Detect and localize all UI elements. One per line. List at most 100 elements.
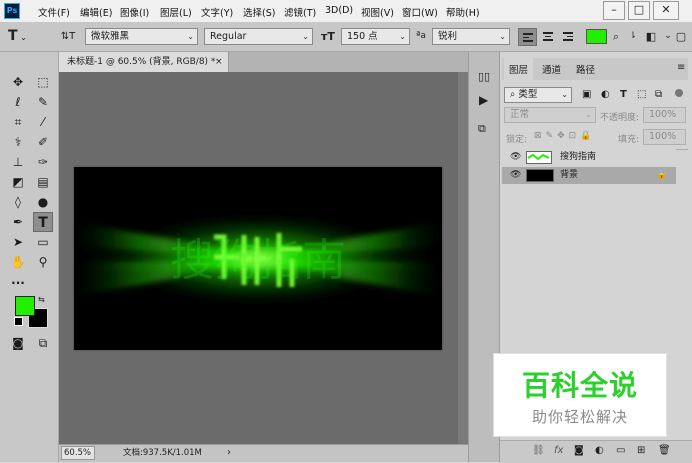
menu-edit[interactable]: 编辑(E) (80, 5, 112, 19)
align-left-button[interactable] (518, 28, 537, 46)
font-size-select[interactable]: 150 点 ⌄ (341, 28, 410, 45)
close-window-button[interactable]: ✕ (653, 1, 679, 20)
status-menu-arrow-icon[interactable]: › (227, 445, 231, 461)
workspace-switch-icon[interactable]: ▢ (674, 28, 688, 45)
warp-text-icon[interactable]: ⌕ (609, 28, 623, 45)
antialias-select[interactable]: 锐利 ⌄ (432, 28, 510, 45)
layer-row-text[interactable]: 👁 搜狗指南 (502, 149, 676, 166)
blur-tool-icon[interactable]: ◊ (8, 192, 28, 212)
brush-tool-icon[interactable]: ✐ (33, 132, 53, 152)
document-tab[interactable]: 未标题-1 @ 60.5% (背景, RGB/8) * × (59, 52, 229, 72)
layer-name[interactable]: 搜狗指南 (560, 149, 596, 166)
edit-toolbar-icon[interactable]: ··· (8, 273, 28, 293)
align-center-button[interactable] (539, 28, 558, 46)
default-colors-icon[interactable] (14, 317, 23, 326)
tool-preset-picker[interactable]: T ⌄ (8, 28, 36, 45)
link-layers-icon[interactable]: ⛓ (532, 445, 545, 456)
menu-window[interactable]: 窗口(W) (402, 5, 438, 19)
eraser-tool-icon[interactable]: ◩ (8, 172, 28, 192)
toggle-text-orientation-icon[interactable]: ⇅T (58, 28, 78, 45)
filter-pixel-icon[interactable]: ▣ (582, 89, 591, 100)
layer-visibility-eye-icon[interactable]: 👁 (510, 149, 521, 166)
menu-3d[interactable]: 3D(D) (325, 5, 353, 16)
layer-filter-select[interactable]: ⌕ 类型 ⌄ (504, 87, 572, 103)
history-panel-icon[interactable]: ▯▯ (478, 70, 490, 83)
menu-select[interactable]: 选择(S) (243, 5, 275, 19)
panel-menu-icon[interactable]: ≡ (677, 62, 685, 73)
fill-field[interactable]: 100% (643, 129, 686, 145)
tab-paths[interactable]: 路径 (576, 62, 595, 76)
watermark-subtitle: 助你轻松解决 (531, 408, 628, 426)
tab-layers[interactable]: 图层 (504, 58, 534, 80)
dodge-tool-icon[interactable]: ● (33, 192, 53, 212)
3d-extrude-icon[interactable]: ◧ (643, 28, 659, 45)
tab-channels[interactable]: 通道 (542, 62, 561, 76)
document-canvas[interactable]: 搜狗指南 (74, 167, 442, 350)
menu-view[interactable]: 视图(V) (361, 5, 394, 19)
watermark-title: 百科全说 (521, 369, 638, 402)
eyedropper-tool-icon[interactable]: ⁄ (33, 112, 53, 132)
type-tool-icon[interactable]: T (33, 212, 53, 232)
marquee-tool-icon[interactable]: ⬚ (33, 72, 53, 92)
menu-help[interactable]: 帮助(H) (446, 5, 480, 19)
delete-layer-icon[interactable]: 🗑 (658, 445, 671, 456)
hand-tool-icon[interactable]: ✋ (8, 252, 28, 272)
lock-icons[interactable]: ⊠✎✥⊡🔒 (534, 131, 595, 141)
gradient-tool-icon[interactable]: ▤ (33, 172, 53, 192)
quick-mask-icon[interactable]: ◙ (8, 333, 28, 353)
history-brush-tool-icon[interactable]: ✑ (33, 152, 53, 172)
healing-brush-tool-icon[interactable]: ⚕ (8, 132, 28, 152)
filter-adjustment-icon[interactable]: ◐ (601, 89, 610, 100)
layer-style-icon[interactable]: fx (554, 445, 563, 456)
minimize-button[interactable]: – (603, 1, 625, 20)
lasso-tool-icon[interactable]: ℓ (8, 92, 28, 112)
rectangle-tool-icon[interactable]: ▭ (33, 232, 53, 252)
character-panel-icon[interactable]: ⇂ (627, 28, 639, 45)
filter-smart-object-icon[interactable]: ⧉ (655, 89, 662, 100)
properties-panel-icon[interactable]: ⧉ (478, 122, 486, 136)
blend-mode-select[interactable]: 正常 ⌄ (504, 107, 596, 123)
layer-row-background[interactable]: 👁 背景 🔒 (502, 167, 676, 184)
font-family-select[interactable]: 微软雅黑 ⌄ (85, 28, 198, 45)
font-size-icon: тT (321, 30, 335, 43)
maximize-button[interactable]: □ (628, 1, 650, 20)
options-more-icon[interactable]: ⌄ (662, 28, 674, 45)
menu-layer[interactable]: 图层(L) (160, 5, 192, 19)
menu-file[interactable]: 文件(F) (38, 5, 70, 19)
crop-tool-icon[interactable]: ⌗ (8, 112, 28, 132)
add-mask-icon[interactable]: ◙ (574, 445, 584, 456)
new-group-icon[interactable]: ▭ (616, 445, 625, 456)
tab-strip (229, 52, 468, 72)
vertical-scrollbar[interactable] (458, 72, 468, 444)
tools-panel: ✥ ⬚ ℓ ✎ ⌗ ⁄ ⚕ ✐ ⊥ ✑ ◩ ▤ ◊ ● ✒ T ➤ ▭ ✋ ⚲ … (0, 52, 59, 462)
foreground-color-swatch[interactable] (15, 296, 35, 316)
layer-visibility-eye-icon[interactable]: 👁 (510, 167, 521, 184)
menu-filter[interactable]: 滤镜(T) (284, 5, 316, 19)
layer-name[interactable]: 背景 (560, 167, 578, 184)
zoom-tool-icon[interactable]: ⚲ (33, 252, 53, 272)
swap-colors-icon[interactable]: ⇆ (38, 295, 45, 304)
layer-lock-icon: 🔒 (656, 170, 668, 180)
fill-label: 填充: (618, 135, 640, 145)
opacity-field[interactable]: 100% (643, 107, 686, 123)
actions-panel-icon[interactable]: ▶ (479, 93, 488, 107)
menu-image[interactable]: 图像(I) (120, 5, 149, 19)
pen-tool-icon[interactable]: ✒ (8, 212, 28, 232)
status-bar: 60.5% 文档:937.5K/1.01M › (59, 444, 468, 462)
align-right-button[interactable] (559, 28, 578, 46)
clone-stamp-tool-icon[interactable]: ⊥ (8, 152, 28, 172)
new-layer-icon[interactable]: ⊞ (637, 445, 645, 456)
close-tab-icon[interactable]: × (215, 52, 223, 72)
filter-toggle[interactable] (675, 89, 683, 97)
filter-type-icon[interactable]: T (620, 89, 627, 100)
zoom-level-field[interactable]: 60.5% (61, 446, 95, 460)
filter-shape-icon[interactable]: ⬚ (637, 89, 646, 100)
move-tool-icon[interactable]: ✥ (8, 72, 28, 92)
adjustment-layer-icon[interactable]: ◐ (595, 445, 604, 456)
menu-type[interactable]: 文字(Y) (201, 5, 233, 19)
text-color-swatch[interactable] (586, 29, 607, 44)
quick-select-tool-icon[interactable]: ✎ (33, 92, 53, 112)
font-style-select[interactable]: Regular ⌄ (204, 28, 313, 45)
screen-mode-icon[interactable]: ⧉ (33, 333, 53, 353)
path-select-tool-icon[interactable]: ➤ (8, 232, 28, 252)
